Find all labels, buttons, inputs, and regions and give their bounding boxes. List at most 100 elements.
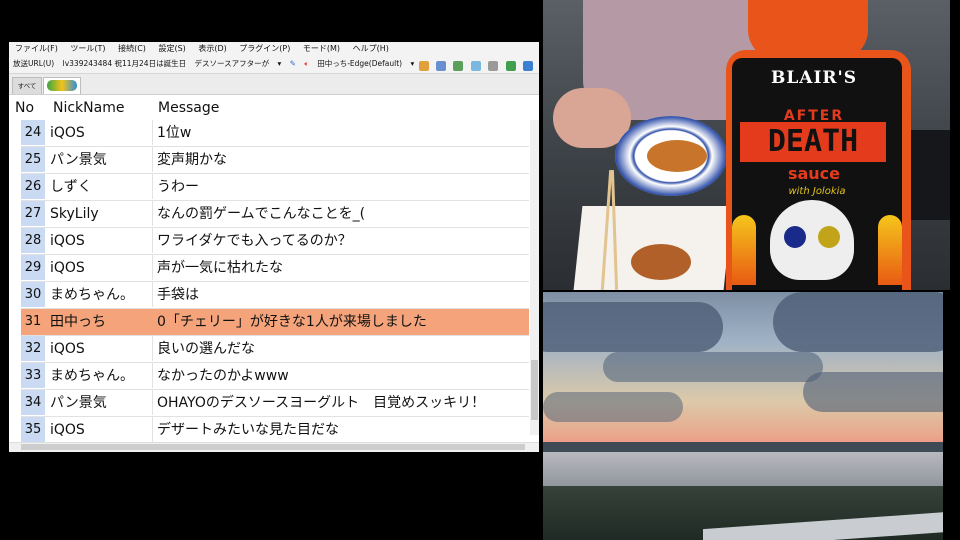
comment-row[interactable]: 25 パン景気 変声期かな [21, 147, 529, 174]
bottle-death: DEATH [740, 122, 886, 162]
comment-number: 33 [21, 363, 45, 388]
menu-help[interactable]: ヘルプ(H) [353, 44, 389, 53]
comment-nickname: iQOS [48, 255, 153, 280]
toolbar: 放送URL(U) lv339243484 祝11月24日は誕生日 デスソースアフ… [9, 55, 539, 74]
comment-number: 25 [21, 147, 45, 172]
comment-nickname: iQOS [48, 120, 153, 145]
cloud [543, 302, 723, 352]
camera-view: BLAIR'S AFTER DEATH sauce with Jolokia [543, 0, 950, 290]
comment-message: 変声期かな [157, 152, 227, 168]
chevron-down-icon[interactable]: ▾ [277, 55, 281, 73]
comment-nickname: SkyLily [48, 201, 153, 226]
skull-eye [784, 226, 806, 248]
comment-nickname: iQOS [48, 417, 153, 442]
comment-number: 26 [21, 174, 45, 199]
menu-file[interactable]: ファイル(F) [15, 44, 58, 53]
comment-nickname: まめちゃん。 [48, 282, 153, 307]
voice-select[interactable]: 田中っち-Edge(Default) [317, 55, 402, 73]
tab-all[interactable]: すべて [12, 77, 42, 94]
comment-number: 34 [21, 390, 45, 415]
menu-bar: ファイル(F) ツール(T) 接続(C) 設定(S) 表示(D) プラグイン(P… [9, 42, 539, 55]
column-nickname[interactable]: NickName [53, 95, 124, 121]
bottle-brand: BLAIR'S [770, 68, 858, 88]
list-icon[interactable] [453, 61, 464, 71]
comment-message: うわー [157, 179, 199, 195]
sauce-bottle: BLAIR'S AFTER DEATH sauce with Jolokia [718, 0, 918, 290]
niconico-logo-icon [47, 80, 77, 91]
skull-eye [818, 226, 840, 248]
comment-message: 手袋は [157, 287, 199, 303]
comment-row[interactable]: 29 iQOS 声が一気に枯れたな [21, 255, 529, 282]
comment-message: 1位w [157, 125, 192, 141]
comment-row[interactable]: 32 iQOS 良いの選んだな [21, 336, 529, 363]
comment-message: なんの罰ゲームでこんなことを_( [157, 206, 366, 222]
menu-connect[interactable]: 接続(C) [118, 44, 146, 53]
menu-settings[interactable]: 設定(S) [158, 44, 185, 53]
horizontal-scrollbar[interactable] [9, 442, 539, 452]
flame [878, 215, 902, 285]
comment-message: 声が一気に枯れたな [157, 260, 283, 276]
comment-nickname: iQOS [48, 228, 153, 253]
comment-number: 27 [21, 201, 45, 226]
comment-row[interactable]: 30 まめちゃん。 手袋は [21, 282, 529, 309]
comment-number: 32 [21, 336, 45, 361]
scroll-thumb[interactable] [531, 360, 538, 420]
comment-number: 31 [21, 309, 45, 334]
comment-number: 30 [21, 282, 45, 307]
comment-row[interactable]: 27 SkyLily なんの罰ゲームでこんなことを_( [21, 201, 529, 228]
comment-row[interactable]: 28 iQOS ワライダケでも入ってるのか？ [21, 228, 529, 255]
comment-message: ワライダケでも入ってるのか？ [157, 233, 352, 249]
broadcast-url-input[interactable]: lv339243484 祝11月24日は誕生日 [63, 55, 186, 73]
menu-plugins[interactable]: プラグイン(P) [239, 44, 290, 53]
menu-tools[interactable]: ツール(T) [70, 44, 105, 53]
user-icon[interactable] [436, 61, 447, 71]
cloud [543, 392, 683, 422]
comment-nickname: 田中っち [48, 309, 153, 334]
vertical-scrollbar[interactable] [530, 120, 539, 435]
broadcast-url-label: 放送URL(U) [13, 59, 55, 68]
comment-row[interactable]: 31 田中っち 0「チェリー」が好きな1人が来場しました [21, 309, 529, 336]
comment-nickname: パン景気 [48, 390, 153, 415]
cloud [773, 292, 943, 352]
fullscreen-icon[interactable] [505, 61, 516, 71]
grid-icon[interactable] [523, 61, 533, 71]
sunset-landscape-view [543, 292, 943, 540]
refresh-icon[interactable] [470, 61, 481, 71]
comment-nickname: しずく [48, 174, 153, 199]
pen-icon[interactable]: ✎ [290, 55, 296, 73]
scroll-thumb[interactable] [21, 444, 525, 450]
column-header: No NickName Message [9, 95, 539, 121]
menu-view[interactable]: 表示(D) [198, 44, 226, 53]
comment-viewer-window: ファイル(F) ツール(T) 接続(C) 設定(S) 表示(D) プラグイン(P… [9, 42, 539, 452]
cloud [603, 352, 823, 382]
comment-row[interactable]: 24 iQOS 1位w [21, 120, 529, 147]
comment-message: 0「チェリー」が好きな1人が来場しました [157, 314, 427, 330]
title-dropdown[interactable]: デスソースアフターが [194, 55, 269, 73]
filter-icon[interactable] [418, 61, 429, 71]
comment-nickname: パン景気 [48, 147, 153, 172]
column-message[interactable]: Message [158, 95, 219, 121]
comment-message: なかったのかよwww [157, 368, 289, 384]
comment-nickname: まめちゃん。 [48, 363, 153, 388]
comment-list: 24 iQOS 1位w 25 パン景気 変声期かな 26 しずく うわー 27 SkyLily なんの… [21, 120, 529, 444]
comment-row[interactable]: 33 まめちゃん。 なかったのかよwww [21, 363, 529, 390]
menu-mode[interactable]: モード(M) [303, 44, 340, 53]
tab-live[interactable] [43, 77, 81, 94]
comment-row[interactable]: 26 しずく うわー [21, 174, 529, 201]
comment-message: OHAYOのデスソースヨーグルト 目覚めスッキリ！ [157, 395, 486, 411]
comment-message: 良いの選んだな [157, 341, 255, 357]
food-on-plate [647, 140, 707, 172]
comment-row[interactable]: 35 iQOS デザートみたいな見た目だな [21, 417, 529, 444]
gear-icon[interactable] [488, 61, 499, 71]
comment-row[interactable]: 34 パン景気 OHAYOのデスソースヨーグルト 目覚めスッキリ！ [21, 390, 529, 417]
food-on-napkin [631, 244, 691, 280]
comment-message: デザートみたいな見た目だな [157, 422, 339, 438]
toolbar-icon-group [414, 57, 533, 75]
column-no[interactable]: No [15, 95, 34, 121]
bottle-with: with Jolokia [788, 186, 846, 197]
comment-nickname: iQOS [48, 336, 153, 361]
comment-number: 28 [21, 228, 45, 253]
speaker-icon[interactable]: 🔈︎ [304, 55, 309, 73]
flame [732, 215, 756, 285]
skull-icon [770, 200, 854, 280]
